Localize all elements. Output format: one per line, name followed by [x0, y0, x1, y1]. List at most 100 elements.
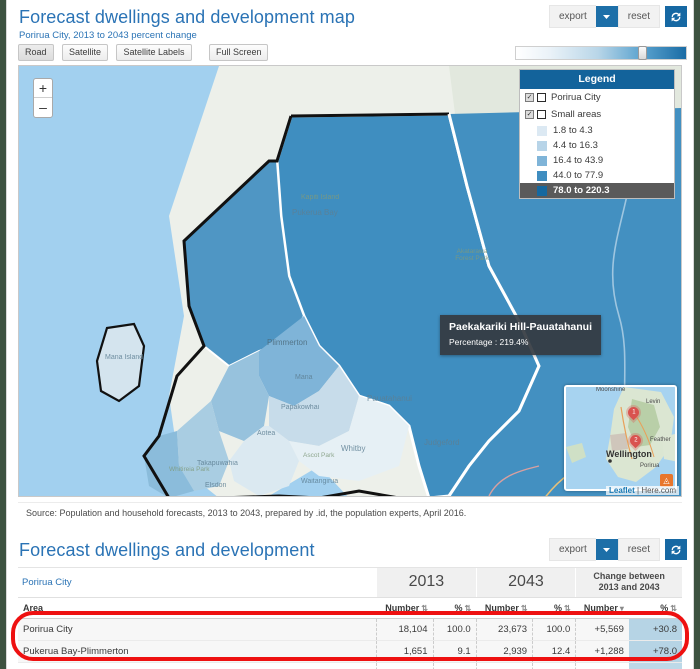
- legend-class-2[interactable]: 16.4 to 43.9: [520, 153, 674, 168]
- table-row[interactable]: Porirua City 18,104 100.0 23,673 100.0 +…: [18, 618, 682, 641]
- cell-number-2043: 2,939: [475, 640, 533, 663]
- table-scope-label[interactable]: Porirua City: [18, 568, 377, 598]
- group-header-change: Change between 2013 and 2043: [575, 568, 682, 598]
- legend-class-4[interactable]: 78.0 to 220.3: [520, 183, 674, 198]
- cell-pct-2013: 2.4: [432, 662, 477, 669]
- cell-area: Pukerua Bay-Plimmerton: [18, 640, 377, 663]
- map-export-button[interactable]: export: [548, 5, 596, 28]
- legend-class-label: 44.0 to 77.9: [553, 170, 604, 181]
- refresh-icon[interactable]: [665, 539, 687, 560]
- cell-change-number: +1,288: [575, 640, 629, 663]
- column-label: %: [554, 603, 563, 613]
- refresh-icon[interactable]: [665, 6, 687, 27]
- minimap-label-porirua: Porirua: [640, 463, 660, 469]
- table-header-tools: export reset: [548, 538, 687, 561]
- sort-icon[interactable]: ⇅: [562, 604, 571, 613]
- cell-change-pct: +78.0: [628, 640, 682, 663]
- legend-layer-label: Small areas: [551, 109, 602, 120]
- legend-layer-porirua-city[interactable]: ✓ Porirua City: [520, 89, 674, 106]
- column-header-change-pct[interactable]: % ⇅: [628, 597, 682, 619]
- caret-down-icon[interactable]: [595, 6, 618, 27]
- legend-layer-small-areas[interactable]: ✓ Small areas: [520, 106, 674, 123]
- legend-class-1[interactable]: 4.4 to 16.3: [520, 138, 674, 153]
- cell-pct-2043: 100.0: [532, 618, 576, 641]
- table-column-header-row: Area Number ⇅ % ⇅ Number ⇅ % ⇅ Number ▾ % ⇅: [18, 597, 682, 619]
- cell-area: Porirua City: [18, 618, 377, 641]
- map-page-subtitle: Porirua City, 2013 to 2043 percent chang…: [19, 30, 197, 41]
- sort-icon[interactable]: ⇅: [519, 604, 528, 613]
- caret-down-icon[interactable]: [595, 539, 618, 560]
- map-zoom-controls[interactable]: + –: [33, 78, 53, 118]
- cell-number-2043: 1,386: [475, 662, 533, 669]
- minimap-pin-label: 1: [631, 409, 636, 416]
- cell-change-pct: +219.4: [628, 662, 682, 669]
- minimap-label-wellington: Wellington: [606, 449, 652, 459]
- cell-pct-2043: 5.9: [532, 662, 576, 669]
- legend-class-3[interactable]: 44.0 to 77.9: [520, 168, 674, 183]
- column-header-pct-2043[interactable]: % ⇅: [532, 597, 576, 619]
- map-inset-minimap[interactable]: Wellington Levin Feather Porirua Moonshi…: [564, 385, 677, 491]
- group-header-2013: 2013: [376, 568, 477, 598]
- cell-change-pct: +30.8: [628, 618, 682, 641]
- column-label: Area: [23, 603, 44, 613]
- forecast-table: Porirua City 2013 2043 Change between 20…: [18, 568, 682, 669]
- legend-swatch-outline: [537, 93, 546, 102]
- checkbox-checked-icon[interactable]: ✓: [525, 93, 534, 102]
- column-header-area[interactable]: Area: [18, 597, 377, 619]
- cell-area: Paekakariki Hill-Pauatahanui: [18, 662, 377, 669]
- map-canvas[interactable]: Pukerua Bay Kapiti Island Mana Island Pl…: [18, 65, 682, 497]
- change-header-line2: 2013 and 2043: [598, 582, 660, 592]
- minimap-label-levin: Levin: [646, 399, 661, 405]
- leaflet-link[interactable]: Leaflet: [609, 486, 635, 495]
- legend-class-label: 1.8 to 4.3: [553, 125, 593, 136]
- color-scale-slider[interactable]: [515, 46, 687, 60]
- legend-color-swatch: [537, 140, 547, 151]
- map-attribution: Leaflet | Here.com: [605, 486, 679, 495]
- slider-knob[interactable]: [638, 46, 647, 60]
- cell-pct-2043: 12.4: [532, 640, 576, 663]
- map-header-tools: export reset: [548, 5, 687, 28]
- tooltip-area-name: Paekakariki Hill-Pauatahanui: [449, 321, 592, 333]
- cell-change-number: +5,569: [575, 618, 629, 641]
- sort-icon[interactable]: ⇅: [419, 604, 428, 613]
- map-reset-button[interactable]: reset: [617, 5, 660, 28]
- cell-change-number: +952: [575, 662, 629, 669]
- forecast-table-section: Porirua City 2013 2043 Change between 20…: [18, 567, 682, 669]
- map-panel-header: Forecast dwellings and development map P…: [7, 0, 693, 44]
- column-header-pct-2013[interactable]: % ⇅: [433, 597, 477, 619]
- basemap-tab-satellite-labels[interactable]: Satellite Labels: [116, 44, 192, 61]
- page-root: Forecast dwellings and development map P…: [6, 0, 694, 669]
- cell-pct-2013: 100.0: [432, 618, 477, 641]
- table-reset-button[interactable]: reset: [617, 538, 660, 561]
- sort-icon[interactable]: ⇅: [462, 604, 471, 613]
- table-group-header-row: Porirua City 2013 2043 Change between 20…: [18, 568, 682, 598]
- sort-desc-icon[interactable]: ▾: [618, 604, 624, 613]
- map-source-note: Source: Population and household forecas…: [18, 502, 682, 524]
- table-row[interactable]: Pukerua Bay-Plimmerton 1,651 9.1 2,939 1…: [18, 640, 682, 663]
- minimap-pin-label: 2: [633, 437, 638, 444]
- full-screen-button[interactable]: Full Screen: [208, 44, 269, 61]
- section-divider: [7, 524, 693, 533]
- zoom-out-button[interactable]: –: [34, 98, 52, 117]
- attribution-provider: Here.com: [641, 486, 676, 495]
- sort-icon[interactable]: ⇅: [668, 604, 677, 613]
- group-header-2043: 2043: [475, 568, 576, 598]
- table-export-button[interactable]: export: [548, 538, 596, 561]
- column-label: Number: [484, 603, 519, 613]
- basemap-tab-satellite[interactable]: Satellite: [61, 44, 108, 61]
- legend-class-label: 16.4 to 43.9: [553, 155, 604, 166]
- cell-number-2013: 1,651: [376, 640, 433, 663]
- zoom-in-button[interactable]: +: [34, 79, 52, 98]
- basemap-tab-road[interactable]: Road: [18, 44, 54, 61]
- checkbox-checked-icon[interactable]: ✓: [525, 110, 534, 119]
- change-header-line1: Change between: [593, 571, 665, 581]
- column-header-number-2013[interactable]: Number ⇅: [376, 597, 433, 619]
- column-header-number-2043[interactable]: Number ⇅: [476, 597, 533, 619]
- column-header-change-number[interactable]: Number ▾: [575, 597, 629, 619]
- legend-class-label: 78.0 to 220.3: [553, 185, 610, 196]
- legend-title: Legend: [520, 70, 674, 89]
- table-row[interactable]: Paekakariki Hill-Pauatahanui 434 2.4 1,3…: [18, 662, 682, 669]
- legend-color-swatch: [537, 155, 547, 166]
- legend-class-0[interactable]: 1.8 to 4.3: [520, 123, 674, 138]
- map-legend: Legend ✓ Porirua City ✓ Small areas 1.8 …: [519, 69, 675, 199]
